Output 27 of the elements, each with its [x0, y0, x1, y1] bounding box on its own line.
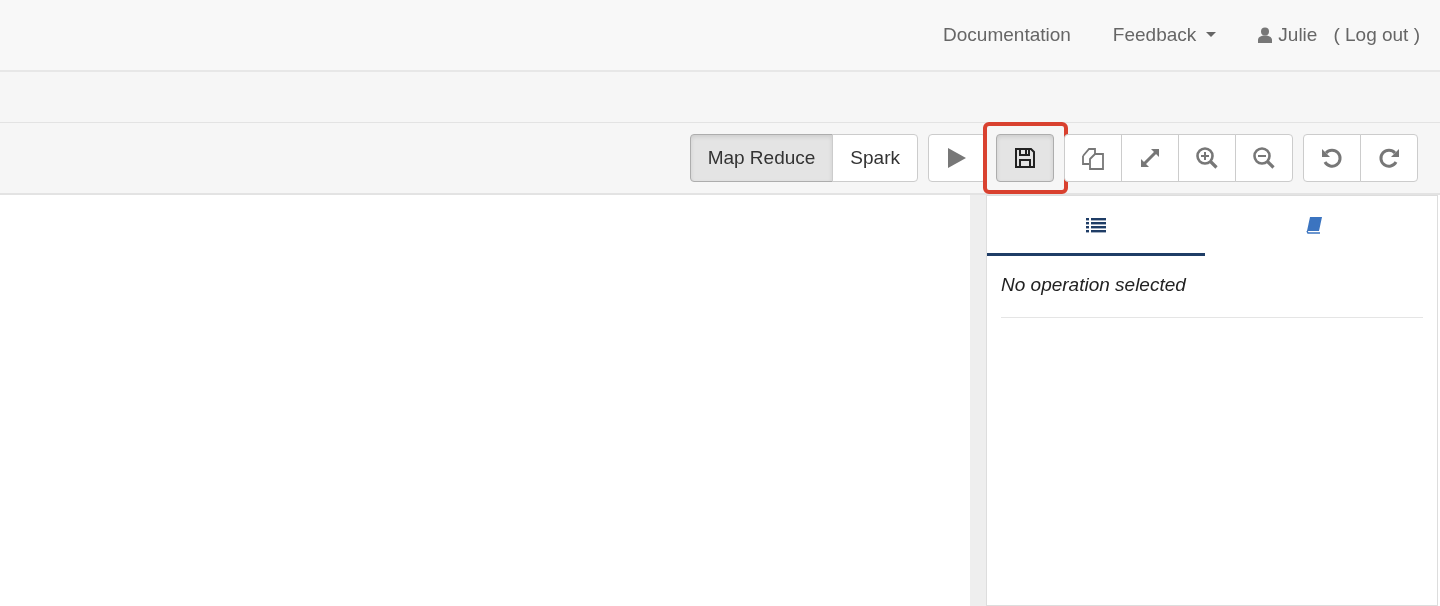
documentation-link[interactable]: Documentation [927, 24, 1087, 46]
redo-button[interactable] [1360, 134, 1418, 182]
undo-button[interactable] [1303, 134, 1361, 182]
run-button[interactable] [928, 134, 986, 182]
undo-icon [1321, 147, 1343, 169]
expand-icon [1139, 147, 1161, 169]
list-icon [1086, 216, 1106, 233]
empty-state-message: No operation selected [1001, 274, 1188, 296]
save-icon [1014, 147, 1036, 169]
zoom-out-button[interactable] [1235, 134, 1293, 182]
logout-link[interactable]: ( Log out ) [1333, 24, 1420, 46]
engine-toggle-button[interactable]: Map Reduce [689, 134, 834, 182]
user-name: Julie [1278, 24, 1318, 46]
user-icon [1258, 27, 1273, 43]
copy-icon [1081, 146, 1105, 170]
caret-icon [1206, 32, 1217, 38]
feedback-dropdown[interactable]: Feedback [1096, 24, 1233, 46]
save-button[interactable] [996, 134, 1054, 182]
engine-toggle-button[interactable]: Spark [832, 134, 918, 182]
copy-button[interactable] [1064, 134, 1122, 182]
book-icon [1305, 215, 1323, 234]
play-icon [947, 147, 967, 169]
zoom-in-button[interactable] [1178, 134, 1236, 182]
redo-icon [1378, 147, 1400, 169]
zoom-in-icon [1195, 146, 1219, 170]
zoom-out-icon [1252, 146, 1276, 170]
expand-button[interactable] [1121, 134, 1179, 182]
